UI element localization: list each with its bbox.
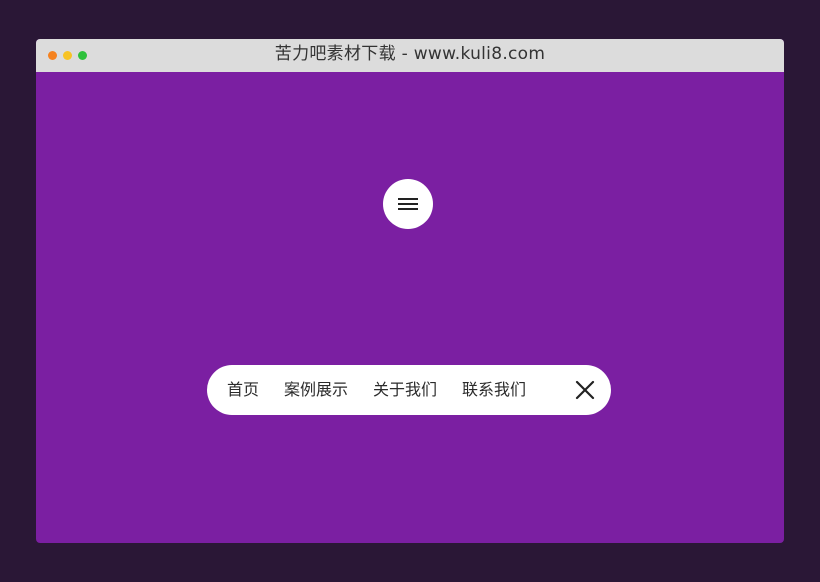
hamburger-menu-icon (398, 198, 418, 200)
nav-item-cases[interactable]: 案例展示 (284, 365, 348, 415)
hamburger-menu-icon (398, 203, 418, 205)
nav-item-contact[interactable]: 联系我们 (462, 365, 526, 415)
hamburger-menu-icon (398, 208, 418, 210)
page-content: 首页 案例展示 关于我们 联系我们 (36, 72, 784, 543)
nav-menu: 首页 案例展示 关于我们 联系我们 (207, 365, 611, 415)
close-menu-button[interactable] (573, 378, 597, 402)
menu-toggle-button[interactable] (383, 179, 433, 229)
window-titlebar: 苦力吧素材下载 - www.kuli8.com (36, 39, 784, 72)
nav-item-home[interactable]: 首页 (227, 365, 259, 415)
nav-item-about[interactable]: 关于我们 (373, 365, 437, 415)
close-icon (575, 380, 595, 400)
browser-window: 苦力吧素材下载 - www.kuli8.com 首页 案例展示 关于我们 联系我… (36, 39, 784, 543)
window-title: 苦力吧素材下载 - www.kuli8.com (274, 44, 546, 64)
